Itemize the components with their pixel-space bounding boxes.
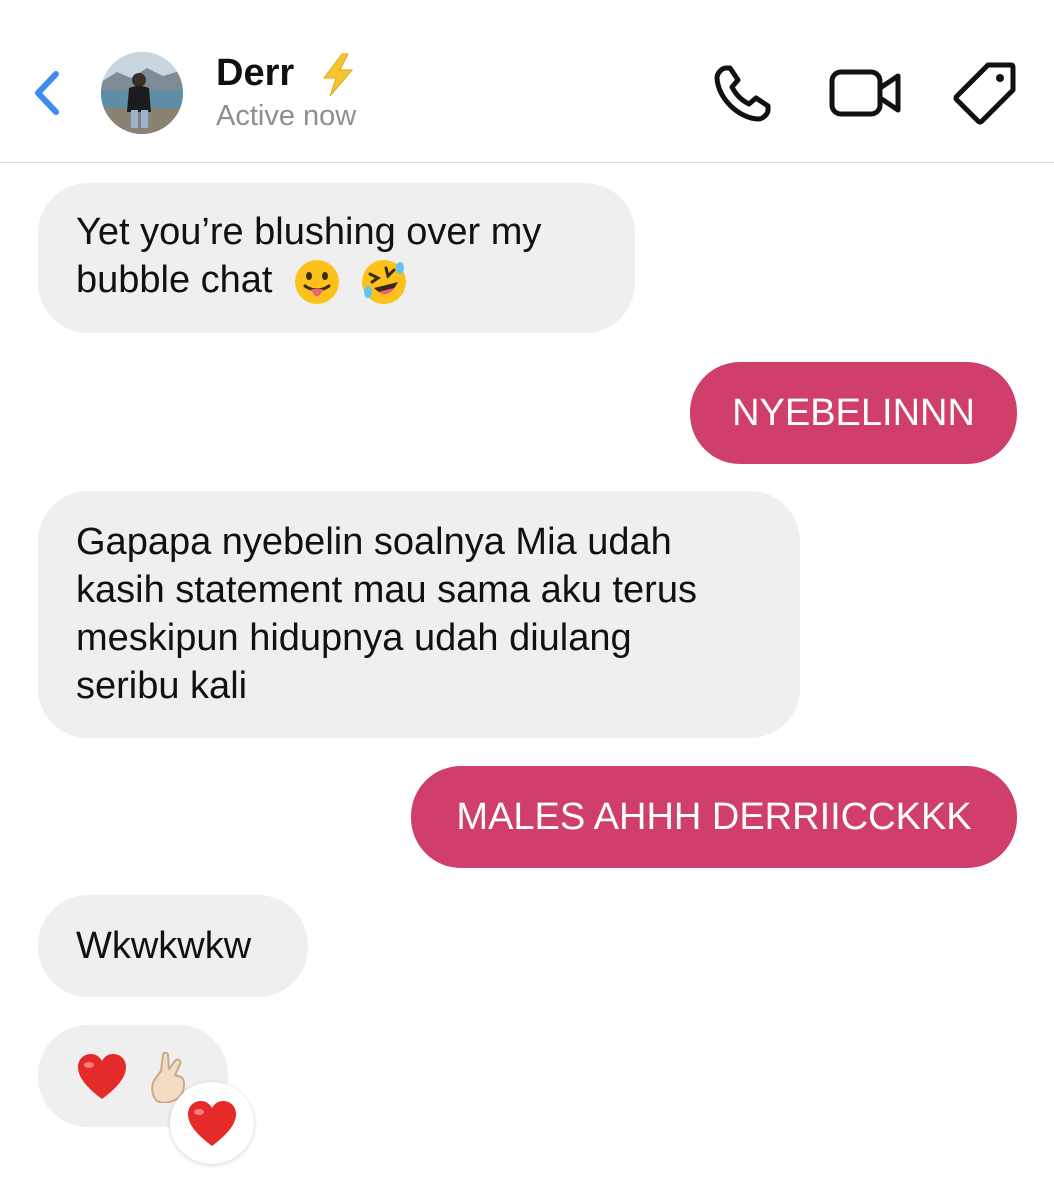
video-camera-icon — [829, 69, 901, 117]
message-line: meskipun hidupnya udah diulang — [76, 617, 632, 659]
back-button[interactable] — [28, 66, 68, 120]
incoming-message[interactable]: Yet you’re blushing over my bubble chat — [38, 183, 635, 333]
message-line: Yet you’re blushing over my — [76, 211, 542, 253]
video-call-button[interactable] — [828, 66, 904, 120]
contact-name[interactable]: Derr — [216, 52, 294, 95]
active-status: Active now — [216, 100, 357, 132]
tag-icon — [953, 62, 1016, 125]
chevron-left-icon — [35, 71, 59, 115]
phone-icon — [714, 65, 771, 122]
tag-button[interactable] — [952, 60, 1018, 126]
message-line: Gapapa nyebelin soalnya Mia udah — [76, 521, 672, 563]
message-text: NYEBELINNN — [732, 392, 975, 434]
avatar-photo — [101, 52, 183, 134]
message-text: Wkwkwkw — [76, 925, 252, 967]
lightning-bolt-icon — [316, 52, 360, 98]
outgoing-message[interactable]: NYEBELINNN — [690, 362, 1017, 464]
tongue-face-emoji — [295, 259, 340, 304]
phone-call-button[interactable] — [712, 62, 776, 124]
rolling-laughing-emoji — [361, 259, 406, 304]
message-text: MALES AHHH DERRIICCKKK — [456, 796, 972, 838]
message-line: bubble chat — [76, 259, 273, 301]
incoming-message[interactable]: Wkwkwkw — [38, 895, 308, 997]
red-heart-emoji — [188, 1101, 236, 1146]
message-line: seribu kali — [76, 665, 248, 707]
message-reaction[interactable] — [170, 1082, 254, 1164]
chat-header: Derr Active now — [0, 0, 1054, 163]
avatar[interactable] — [101, 52, 183, 134]
incoming-message[interactable]: Gapapa nyebelin soalnya Mia udah kasih s… — [38, 491, 800, 738]
red-heart-emoji — [78, 1054, 126, 1099]
outgoing-message[interactable]: MALES AHHH DERRIICCKKK — [411, 766, 1017, 868]
message-line: kasih statement mau sama aku terus — [76, 569, 697, 611]
